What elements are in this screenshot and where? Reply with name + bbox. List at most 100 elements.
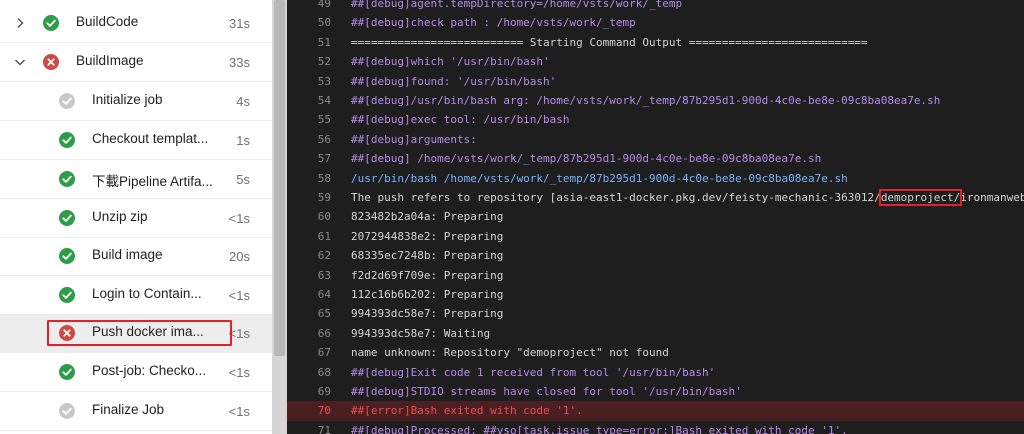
step-label: Login to Contain...	[92, 286, 202, 301]
log-line: 50 ##[debug]check path : /home/vsts/work/…	[287, 13, 1024, 32]
step-duration: <1s	[228, 211, 250, 226]
log-line: 49 ##[debug]agent.tempDirectory=/home/vst…	[287, 0, 1024, 13]
success-check-icon	[59, 287, 75, 303]
log-text: ##[debug]Exit code 1 received from tool …	[351, 365, 716, 379]
step-label: BuildImage	[76, 53, 144, 68]
line-number: 63	[317, 268, 331, 282]
step-label: Checkout templat...	[92, 131, 209, 146]
error-log-text: ##[error]Bash exited with code '1'.	[351, 404, 583, 418]
step-label: Post-job: Checko...	[92, 363, 207, 378]
log-line: 56 ##[debug]arguments:	[287, 130, 1024, 149]
line-number: 55	[317, 113, 331, 127]
log-text: 112c16b6b202: Preparing	[351, 288, 504, 301]
success-check-icon	[59, 171, 75, 187]
log-line: 51 ========================== Starting Co…	[287, 33, 1024, 52]
log-text: ##[debug]STDIO streams have closed for t…	[351, 385, 742, 398]
log-text: 823482b2a04a: Preparing	[351, 210, 504, 224]
log-text: ##[debug]arguments:	[351, 132, 477, 146]
log-line: 67 name unknown: Repository "demoproject"…	[287, 343, 1024, 362]
line-number: 68	[317, 365, 331, 379]
step-row[interactable]: Unzip zip <1s	[0, 200, 272, 238]
log-line: 64 112c16b6b202: Preparing	[287, 285, 1024, 304]
step-label: BuildCode	[76, 14, 139, 29]
step-duration: 20s	[229, 249, 250, 264]
step-row[interactable]: Checkout templat... 1s	[0, 122, 272, 160]
step-row[interactable]: Build image 20s	[0, 238, 272, 276]
step-duration: <1s	[228, 365, 250, 380]
line-number: 69	[317, 385, 331, 398]
line-number: 66	[317, 326, 331, 340]
line-number: 54	[317, 94, 331, 107]
log-text: ##[debug]found: '/usr/bin/bash'	[351, 74, 557, 88]
step-row[interactable]: Finalize Job <1s	[0, 393, 272, 431]
log-line: 58/usr/bin/bash /home/vsts/work/_temp/87…	[287, 169, 1024, 188]
log-line: 63 f2d2d69f709e: Preparing	[287, 266, 1024, 285]
log-line: 54 ##[debug]/usr/bin/bash arg: /home/vsts…	[287, 91, 1024, 110]
log-text: The push refers to repository [asia-east…	[351, 188, 1024, 207]
skipped-check-icon	[59, 93, 75, 109]
line-number: 53	[317, 74, 331, 88]
step-duration: 4s	[236, 94, 250, 109]
step-label: Finalize Job	[92, 402, 165, 417]
success-check-icon	[59, 248, 75, 264]
chevron-right-icon[interactable]	[13, 16, 27, 30]
step-row[interactable]: Initialize job 4s	[0, 83, 272, 121]
scrollbar-thumb[interactable]	[274, 0, 285, 356]
step-duration: 1s	[236, 133, 250, 148]
line-number: 67	[317, 346, 331, 360]
job-row[interactable]: BuildImage 33s	[0, 44, 272, 82]
log-line: 61 2072944838e2: Preparing	[287, 227, 1024, 246]
line-number: 50	[317, 16, 331, 30]
log-text: ##[debug]Processed: ##vso[task.issue typ…	[351, 423, 848, 434]
log-text: ##[debug]which '/usr/bin/bash'	[351, 55, 550, 69]
step-row[interactable]: Post-job: Checko... <1s	[0, 354, 272, 392]
log-line: 57 ##[debug] /home/vsts/work/_temp/87b295…	[287, 149, 1024, 168]
job-row[interactable]: BuildCode 31s	[0, 5, 272, 43]
log-line: 55 ##[debug]exec tool: /usr/bin/bash	[287, 110, 1024, 129]
step-duration: 31s	[229, 16, 250, 31]
log-text: ##[debug]check path : /home/vsts/work/_t…	[351, 16, 636, 30]
line-number: 65	[317, 307, 331, 321]
log-line: 65 994393dc58e7: Preparing	[287, 304, 1024, 323]
line-number: 64	[317, 288, 331, 301]
line-number: 70	[317, 404, 331, 418]
success-check-icon	[43, 15, 59, 31]
log-line: 62 68335ec7248b: Preparing	[287, 246, 1024, 265]
step-label: Initialize job	[92, 92, 163, 107]
step-duration: 5s	[236, 172, 250, 187]
line-number: 59	[317, 191, 331, 204]
log-line: 69 ##[debug]STDIO streams have closed for…	[287, 382, 1024, 401]
log-text: /usr/bin/bash /home/vsts/work/_temp/87b2…	[351, 171, 848, 185]
success-check-icon	[59, 210, 75, 226]
failed-x-icon	[43, 54, 59, 70]
line-number: 58	[317, 171, 331, 185]
line-number: 49	[317, 0, 331, 10]
chevron-down-icon[interactable]	[13, 55, 27, 69]
line-number: 62	[317, 249, 331, 263]
step-label: Build image	[92, 247, 163, 262]
line-number: 61	[317, 229, 331, 243]
step-row[interactable]: Login to Contain... <1s	[0, 277, 272, 315]
log-line: 53 ##[debug]found: '/usr/bin/bash'	[287, 72, 1024, 91]
log-text: ##[debug]exec tool: /usr/bin/bash	[351, 113, 570, 127]
log-text: ##[debug] /home/vsts/work/_temp/87b295d1…	[351, 152, 822, 166]
step-row[interactable]: 下載Pipeline Artifa... 5s	[0, 161, 272, 199]
log-line: 52 ##[debug]which '/usr/bin/bash'	[287, 52, 1024, 71]
job-list: BuildCode 31s BuildImage 33s Initialize job 4…	[0, 0, 272, 434]
log-text: name unknown: Repository "demoproject" n…	[351, 346, 669, 360]
step-duration: <1s	[228, 288, 250, 303]
step-duration: <1s	[228, 404, 250, 419]
log-text-prefix: The push refers to repository [asia-east…	[351, 191, 881, 204]
log-text: 68335ec7248b: Preparing	[351, 249, 504, 263]
log-console: 49 ##[debug]agent.tempDirectory=/home/vst…	[287, 0, 1024, 434]
line-number: 60	[317, 210, 331, 224]
log-line: 70 ##[error]Bash exited with code '1'.	[287, 401, 1024, 421]
log-line: 68 ##[debug]Exit code 1 received from too…	[287, 363, 1024, 382]
log-text: 2072944838e2: Preparing	[351, 229, 504, 243]
log-text: 994393dc58e7: Preparing	[351, 307, 504, 321]
step-duration: 33s	[229, 55, 250, 70]
log-text: ========================== Starting Comm…	[351, 35, 868, 49]
step-label: Unzip zip	[92, 209, 148, 224]
job-list-scrollbar[interactable]	[272, 0, 287, 434]
success-check-icon	[59, 132, 75, 148]
